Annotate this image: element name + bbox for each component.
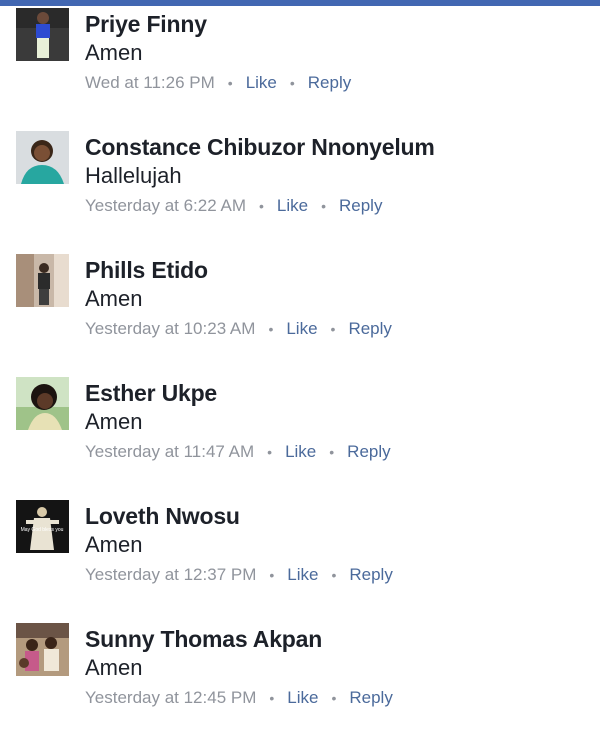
comment-author[interactable]: Esther Ukpe: [85, 380, 217, 407]
reply-link[interactable]: Reply: [348, 319, 391, 339]
like-link[interactable]: Like: [286, 319, 317, 339]
reply-link[interactable]: Reply: [308, 73, 351, 93]
separator-dot: •: [269, 567, 275, 583]
comment-meta: Yesterday at 11:47 AM • Like • Reply: [85, 442, 391, 462]
comment-author[interactable]: Loveth Nwosu: [85, 503, 240, 530]
avatar-caption: May God bless you: [21, 527, 64, 533]
comment-author[interactable]: Sunny Thomas Akpan: [85, 626, 322, 653]
separator-dot: •: [267, 444, 273, 460]
reply-link[interactable]: Reply: [349, 688, 392, 708]
comment-timestamp[interactable]: Yesterday at 12:37 PM: [85, 565, 256, 585]
comment-meta: Yesterday at 12:45 PM • Like • Reply: [85, 688, 393, 708]
comment-item: Priye Finny Amen Wed at 11:26 PM • Like …: [0, 0, 600, 110]
separator-dot: •: [289, 75, 295, 91]
comment-meta: Yesterday at 12:37 PM • Like • Reply: [85, 565, 393, 585]
reply-link[interactable]: Reply: [349, 565, 392, 585]
separator-dot: •: [268, 321, 274, 337]
comment-timestamp[interactable]: Wed at 11:26 PM: [85, 73, 215, 93]
avatar[interactable]: [16, 8, 69, 61]
separator-dot: •: [269, 690, 275, 706]
comment-text: Amen: [85, 40, 143, 65]
comment-author[interactable]: Priye Finny: [85, 11, 207, 38]
separator-dot: •: [331, 690, 337, 706]
comment-item: Constance Chibuzor Nnonyelum Hallelujah …: [0, 123, 600, 233]
comment-text: Hallelujah: [85, 163, 182, 188]
comment-timestamp[interactable]: Yesterday at 6:22 AM: [85, 196, 246, 216]
separator-dot: •: [258, 198, 264, 214]
comment-text: Amen: [85, 655, 143, 680]
separator-dot: •: [321, 198, 326, 214]
comment-text: Amen: [85, 532, 143, 557]
comment-author[interactable]: Constance Chibuzor Nnonyelum: [85, 134, 435, 161]
comment-author[interactable]: Phills Etido: [85, 257, 208, 284]
avatar[interactable]: [16, 131, 69, 184]
separator-dot: •: [227, 75, 233, 91]
like-link[interactable]: Like: [277, 196, 308, 216]
comment-text: Amen: [85, 286, 143, 311]
like-link[interactable]: Like: [285, 442, 316, 462]
avatar[interactable]: [16, 254, 69, 307]
comment-meta: Wed at 11:26 PM • Like • Reply: [85, 73, 351, 93]
comment-meta: Yesterday at 6:22 AM • Like • Reply: [85, 196, 382, 216]
separator-dot: •: [330, 321, 336, 337]
comment-item: Esther Ukpe Amen Yesterday at 11:47 AM •…: [0, 369, 600, 479]
like-link[interactable]: Like: [287, 565, 318, 585]
comment-timestamp[interactable]: Yesterday at 12:45 PM: [85, 688, 256, 708]
separator-dot: •: [329, 444, 335, 460]
comment-meta: Yesterday at 10:23 AM • Like • Reply: [85, 319, 392, 339]
avatar[interactable]: May God bless you: [16, 500, 69, 553]
avatar[interactable]: [16, 377, 69, 430]
comment-item: Phills Etido Amen Yesterday at 10:23 AM …: [0, 246, 600, 356]
reply-link[interactable]: Reply: [339, 196, 382, 216]
reply-link[interactable]: Reply: [347, 442, 390, 462]
comment-item: Sunny Thomas Akpan Amen Yesterday at 12:…: [0, 615, 600, 725]
comment-timestamp[interactable]: Yesterday at 11:47 AM: [85, 442, 254, 462]
avatar[interactable]: [16, 623, 69, 676]
comment-item: May God bless you Loveth Nwosu Amen Yest…: [0, 492, 600, 602]
separator-dot: •: [331, 567, 337, 583]
like-link[interactable]: Like: [287, 688, 318, 708]
like-link[interactable]: Like: [246, 73, 277, 93]
comment-timestamp[interactable]: Yesterday at 10:23 AM: [85, 319, 255, 339]
comment-text: Amen: [85, 409, 143, 434]
